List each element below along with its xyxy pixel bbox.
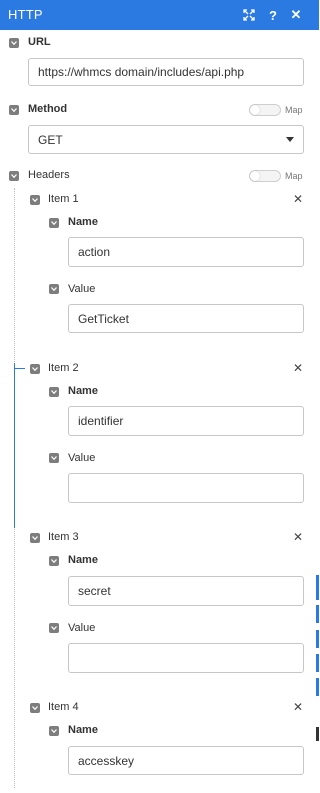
map-label: Map: [285, 105, 303, 115]
method-selected-value: GET: [38, 132, 63, 147]
method-map-toggle[interactable]: Map: [249, 104, 303, 116]
collapse-toggle-item[interactable]: [30, 703, 40, 713]
window-title: HTTP: [8, 7, 43, 22]
map-label: Map: [285, 171, 303, 181]
value-label: Value: [68, 622, 96, 634]
expand-icon[interactable]: [239, 5, 259, 25]
close-icon[interactable]: ✕: [286, 5, 306, 25]
url-field[interactable]: https://whmcs domain/includes/api.php: [28, 58, 304, 86]
selected-item-connector: [15, 368, 25, 369]
background-window-edge: [316, 654, 319, 672]
name-label: Name: [68, 724, 98, 736]
collapse-toggle-name[interactable]: [49, 726, 59, 736]
method-label: Method: [28, 103, 68, 115]
value-label: Value: [68, 452, 96, 464]
header-value-field[interactable]: [68, 643, 304, 673]
name-label: Name: [68, 385, 98, 397]
collapse-toggle-name[interactable]: [49, 556, 59, 566]
remove-item-icon[interactable]: ✕: [293, 700, 303, 714]
collapse-toggle-value[interactable]: [49, 453, 59, 463]
url-label: URL: [28, 36, 51, 48]
collapse-toggle-item[interactable]: [30, 364, 40, 374]
background-window-edge: [316, 605, 319, 623]
item-title: Item 4: [48, 701, 79, 713]
map-switch[interactable]: [249, 104, 281, 116]
selected-item-indicator: [14, 363, 15, 528]
item-title: Item 1: [48, 193, 79, 205]
map-switch[interactable]: [249, 170, 281, 182]
help-icon[interactable]: ?: [263, 5, 283, 25]
chevron-down-icon: [286, 137, 294, 142]
collapse-toggle-headers[interactable]: [9, 171, 19, 181]
header-value-field[interactable]: [68, 473, 304, 503]
method-select[interactable]: GET: [28, 125, 304, 154]
collapse-toggle-name[interactable]: [49, 218, 59, 228]
collapse-toggle-url[interactable]: [9, 38, 19, 48]
background-window-edge: [316, 678, 319, 696]
module-settings-panel: URL https://whmcs domain/includes/api.ph…: [0, 30, 319, 793]
item-title: Item 3: [48, 531, 79, 543]
name-label: Name: [68, 216, 98, 228]
collapse-toggle-item[interactable]: [30, 195, 40, 205]
header-name-field[interactable]: action: [68, 237, 304, 267]
background-window-edge: [316, 630, 319, 648]
header-name-field[interactable]: secret: [68, 576, 304, 606]
headers-map-toggle[interactable]: Map: [249, 170, 303, 182]
remove-item-icon[interactable]: ✕: [293, 192, 303, 206]
window-titlebar: HTTP ? ✕: [0, 0, 319, 30]
background-window-edge: [316, 575, 319, 600]
collapse-toggle-name[interactable]: [49, 387, 59, 397]
remove-item-icon[interactable]: ✕: [293, 530, 303, 544]
header-name-field[interactable]: identifier: [68, 406, 304, 436]
collapse-toggle-method[interactable]: [9, 105, 19, 115]
headers-label: Headers: [28, 169, 70, 181]
item-title: Item 2: [48, 362, 79, 374]
value-label: Value: [68, 283, 96, 295]
background-window-edge: [316, 727, 319, 741]
collapse-toggle-value[interactable]: [49, 284, 59, 294]
header-value-field[interactable]: GetTicket: [68, 304, 304, 333]
header-name-field[interactable]: accesskey: [68, 746, 304, 775]
collapse-toggle-value[interactable]: [49, 623, 59, 633]
remove-item-icon[interactable]: ✕: [293, 361, 303, 375]
name-label: Name: [68, 554, 98, 566]
collapse-toggle-item[interactable]: [30, 533, 40, 543]
